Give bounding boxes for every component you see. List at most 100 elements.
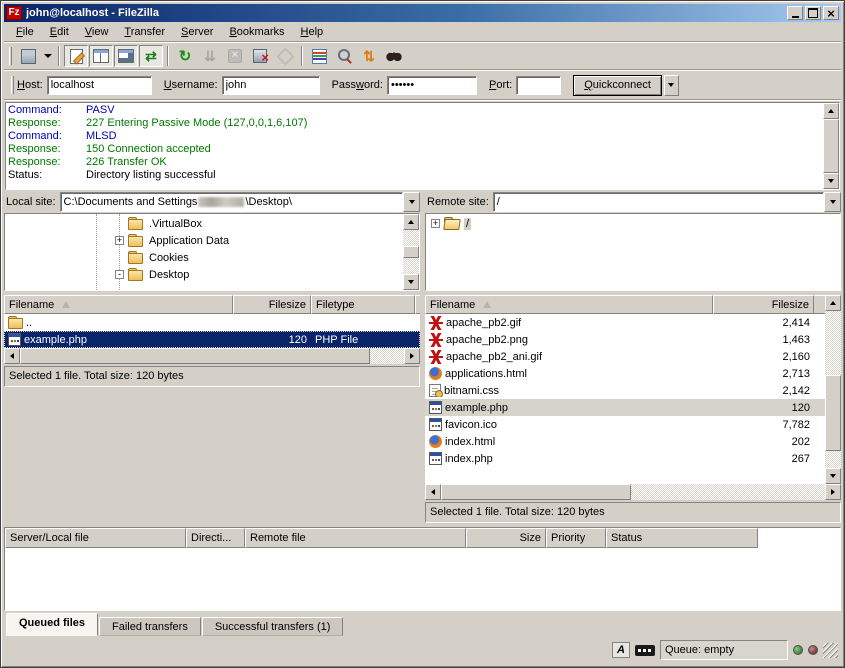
column-header[interactable]: Filetype [311,295,415,314]
toggle-transfer-queue[interactable] [139,45,163,67]
queue-column-header[interactable]: Directi... [186,528,245,548]
scroll-up-button[interactable] [825,295,841,311]
file-row[interactable]: bitnami.css 2,142 [425,382,825,399]
file-row[interactable]: apache_pb2_ani.gif 2,160 [425,348,825,365]
file-row[interactable]: applications.html 2,713 [425,365,825,382]
quickconnect-grip[interactable] [11,76,14,94]
tree-item[interactable]: + Application Data [5,232,403,249]
remote-site-dropdown-button[interactable] [824,192,841,212]
local-site-combobox[interactable]: C:\Documents and Settings\Desktop\ [60,192,420,212]
host-input[interactable] [47,76,152,95]
refresh[interactable] [173,45,197,67]
window-file-icon [429,418,442,431]
remote-site-combobox[interactable]: / [493,192,841,212]
menu-view[interactable]: View [77,24,117,40]
directory-listing-filters[interactable] [307,45,331,67]
queue-column-header[interactable]: Size [466,528,546,548]
folder-icon [8,316,23,329]
file-row[interactable]: .. [4,314,420,331]
scroll-right-button[interactable] [404,348,420,364]
log-scrollbar[interactable] [823,103,839,189]
tab-failed-transfers[interactable]: Failed transfers [99,617,201,636]
cancel-operation[interactable] [223,45,247,67]
toolbar-grip[interactable] [9,47,12,65]
expander-icon[interactable]: + [431,219,440,228]
site-manager[interactable] [16,45,40,67]
local-site-dropdown-button[interactable] [403,192,420,212]
file-row[interactable]: index.html 202 [425,433,825,450]
quickconnect-dropdown-button[interactable] [664,75,679,96]
menu-file[interactable]: File [8,24,42,40]
maximize-button[interactable] [805,6,821,20]
scroll-down-button[interactable] [825,468,841,484]
process-queue[interactable] [198,45,222,67]
directory-comparison[interactable] [332,45,356,67]
title-bar[interactable]: Fz john@localhost - FileZilla [4,4,841,22]
remote-list-hscrollbar[interactable] [425,484,841,500]
scroll-thumb[interactable] [20,348,370,364]
queue-column-header[interactable]: Remote file [245,528,466,548]
file-size: 2,414 [713,317,814,329]
expander-icon[interactable]: + [115,236,124,245]
expander-icon[interactable]: - [115,270,124,279]
remote-path[interactable]: / [493,192,824,212]
log-text: 226 Transfer OK [86,156,167,169]
port-input[interactable] [516,76,561,95]
local-tree-scrollbar[interactable] [403,214,419,290]
toggle-local-tree[interactable] [89,45,113,67]
site-manager-dropdown[interactable] [41,45,54,67]
local-list-hscrollbar[interactable] [4,348,420,364]
disconnect[interactable] [248,45,272,67]
tab-queued-files[interactable]: Queued files [6,613,98,636]
scroll-thumb[interactable] [403,246,419,258]
column-header[interactable]: Filename [425,295,713,314]
tree-item[interactable]: - Desktop [5,266,403,283]
file-row[interactable]: apache_pb2.png 1,463 [425,331,825,348]
file-row[interactable]: apache_pb2.gif 2,414 [425,314,825,331]
scroll-down-button[interactable] [403,274,419,290]
column-header[interactable]: Filesize [713,295,814,314]
scroll-thumb[interactable] [825,375,841,451]
file-row[interactable]: example.php 120 PHP File 1 [4,331,420,348]
queue-column-header[interactable]: Priority [546,528,606,548]
remote-list-scrollbar[interactable] [825,295,841,484]
reconnect[interactable] [273,45,297,67]
toggle-remote-tree[interactable] [114,45,138,67]
minimize-button[interactable] [787,6,803,20]
scroll-left-button[interactable] [425,484,441,500]
tree-item[interactable]: Cookies [5,249,403,266]
menu-server[interactable]: Server [173,24,221,40]
password-input[interactable] [387,76,477,95]
column-header[interactable]: Filename [4,295,233,314]
close-button[interactable] [823,6,839,20]
find-files[interactable] [382,45,406,67]
menu-bookmarks[interactable]: Bookmarks [221,24,292,40]
scroll-down-button[interactable] [823,173,839,189]
tree-item[interactable]: .VirtualBox [5,215,403,232]
queue-column-header[interactable]: Status [606,528,758,548]
scroll-left-button[interactable] [4,348,20,364]
menu-transfer[interactable]: Transfer [116,24,173,40]
file-row[interactable]: favicon.ico 7,782 [425,416,825,433]
tree-item[interactable]: + / [426,215,840,232]
queue-column-header[interactable]: Server/Local file [5,528,186,548]
menu-help[interactable]: Help [293,24,332,40]
tab-successful-transfers[interactable]: Successful transfers (1) [202,617,344,636]
local-path[interactable]: C:\Documents and Settings\Desktop\ [60,192,403,212]
file-row[interactable]: index.php 267 [425,450,825,467]
file-row[interactable]: example.php 120 [425,399,825,416]
column-header[interactable]: Filesize [233,295,311,314]
quickconnect-button[interactable]: Quickconnect [573,75,662,96]
scroll-right-button[interactable] [825,484,841,500]
file-name: bitnami.css [444,385,499,397]
menu-edit[interactable]: Edit [42,24,77,40]
synchronized-browsing[interactable] [357,45,381,67]
scroll-up-button[interactable] [403,214,419,230]
scroll-thumb[interactable] [441,484,631,500]
scroll-thumb[interactable] [823,119,839,173]
scroll-up-button[interactable] [823,103,839,119]
toggle-message-log[interactable] [64,45,88,67]
username-input[interactable] [222,76,320,95]
window-file-icon [429,452,442,465]
resize-grip[interactable] [823,643,838,658]
